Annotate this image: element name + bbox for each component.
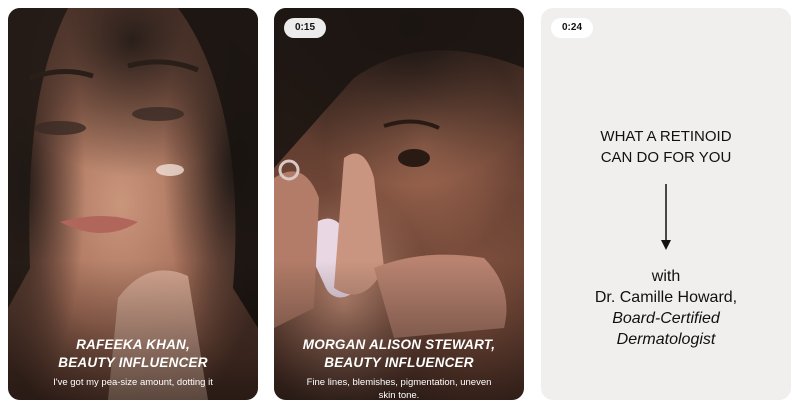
video-card-3[interactable]: 0:24 WHAT A RETINOID CAN DO FOR YOU with… — [541, 8, 791, 400]
caption-line-1: MORGAN ALISON STEWART, — [302, 337, 496, 352]
influencer-name-caption: MORGAN ALISON STEWART, BEAUTY INFLUENCER — [274, 336, 524, 372]
subtitle-text: Fine lines, blemishes, pigmentation, une… — [280, 376, 518, 400]
caption-line-2: BEAUTY INFLUENCER — [58, 355, 208, 370]
expert-name: Dr. Camille Howard, — [594, 289, 738, 306]
headline-line-2: CAN DO FOR YOU — [600, 149, 732, 166]
video-card-1[interactable]: RAFEEKA KHAN, BEAUTY INFLUENCER I've got… — [8, 8, 258, 400]
expert-title-line-1: Board-Certified — [612, 310, 720, 327]
video-timestamp-badge: 0:15 — [284, 18, 326, 38]
expert-title-line-2: Dermatologist — [616, 331, 716, 348]
card-headline: WHAT A RETINOID CAN DO FOR YOU — [541, 126, 791, 168]
influencer-name-caption: RAFEEKA KHAN, BEAUTY INFLUENCER — [8, 336, 258, 372]
caption-line-2: BEAUTY INFLUENCER — [324, 355, 474, 370]
subtitle-line-1: Fine lines, blemishes, pigmentation, une… — [306, 377, 492, 388]
caption-line-1: RAFEEKA KHAN, — [76, 337, 190, 352]
with-label: with — [651, 268, 681, 285]
subtitle-text: I've got my pea-size amount, dotting it — [53, 377, 213, 388]
arrow-down-icon — [660, 184, 672, 257]
video-card-2[interactable]: 0:15 MORGAN ALISON STEWART, BEAUTY INFLU… — [274, 8, 524, 400]
headline-line-1: WHAT A RETINOID — [600, 128, 732, 145]
video-timestamp-badge: 0:24 — [551, 18, 593, 38]
subtitle-line-2: skin tone. — [378, 390, 420, 400]
